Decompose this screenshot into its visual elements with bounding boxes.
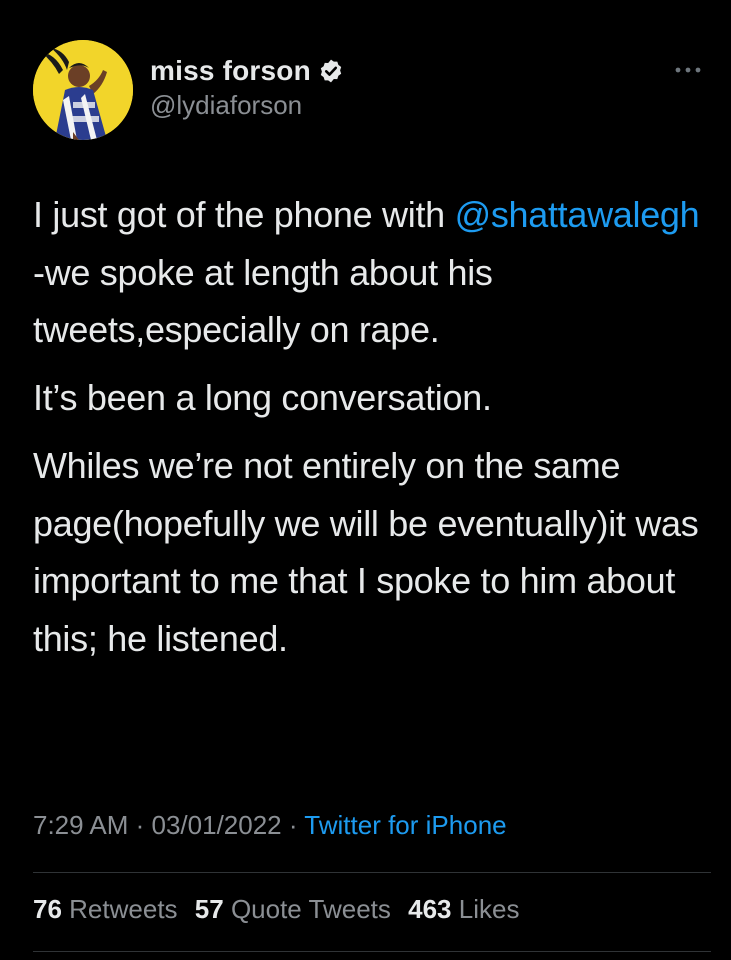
likes-stat[interactable]: 463 Likes — [408, 894, 519, 924]
retweets-label: Retweets — [69, 894, 178, 924]
retweets-stat[interactable]: 76 Retweets — [33, 894, 178, 924]
author-handle[interactable]: @lydiaforson — [150, 90, 344, 121]
tweet-date[interactable]: 03/01/2022 — [152, 810, 282, 840]
author-names: miss forson @lydiaforson — [150, 54, 344, 121]
tweet-paragraph-2: It’s been a long conversation. — [33, 376, 492, 418]
quote-tweets-count: 57 — [194, 894, 224, 924]
retweets-count: 76 — [33, 894, 62, 924]
display-name[interactable]: miss forson — [150, 55, 311, 87]
tweet-source-link[interactable]: Twitter for iPhone — [304, 810, 506, 840]
tweet-header: miss forson @lydiaforson — [33, 40, 703, 140]
likes-count: 463 — [408, 894, 452, 924]
tweet-paragraph-3: Whiles we’re not entirely on the same pa… — [33, 445, 699, 659]
tweet-text-rest: -we spoke at length about his tweets,esp… — [33, 251, 493, 351]
verified-badge-icon — [320, 59, 342, 83]
more-options-icon[interactable] — [673, 62, 703, 78]
tweet-text: I just got of the phone with @shattawale… — [33, 186, 713, 667]
quote-tweets-label: Quote Tweets — [230, 894, 391, 924]
meta-separator: · — [128, 810, 152, 840]
mention-link[interactable]: @shattawalegh — [455, 194, 700, 235]
meta-separator: · — [281, 810, 305, 840]
tweet-text-start: I just got of the phone with — [33, 194, 455, 235]
avatar-photo — [33, 40, 133, 140]
tweet-time[interactable]: 7:29 AM — [33, 810, 128, 840]
tweet-stats: 76 Retweets 57 Quote Tweets 463 Likes — [33, 894, 529, 925]
divider-bottom — [33, 951, 711, 952]
divider-top — [33, 872, 711, 873]
avatar[interactable] — [33, 40, 133, 140]
quote-tweets-stat[interactable]: 57 Quote Tweets — [195, 894, 391, 924]
tweet-metadata: 7:29 AM · 03/01/2022 · Twitter for iPhon… — [33, 810, 507, 841]
likes-label: Likes — [458, 894, 520, 924]
tweet-paragraph-1: I just got of the phone with @shattawale… — [33, 186, 713, 359]
display-name-row: miss forson — [150, 54, 344, 88]
